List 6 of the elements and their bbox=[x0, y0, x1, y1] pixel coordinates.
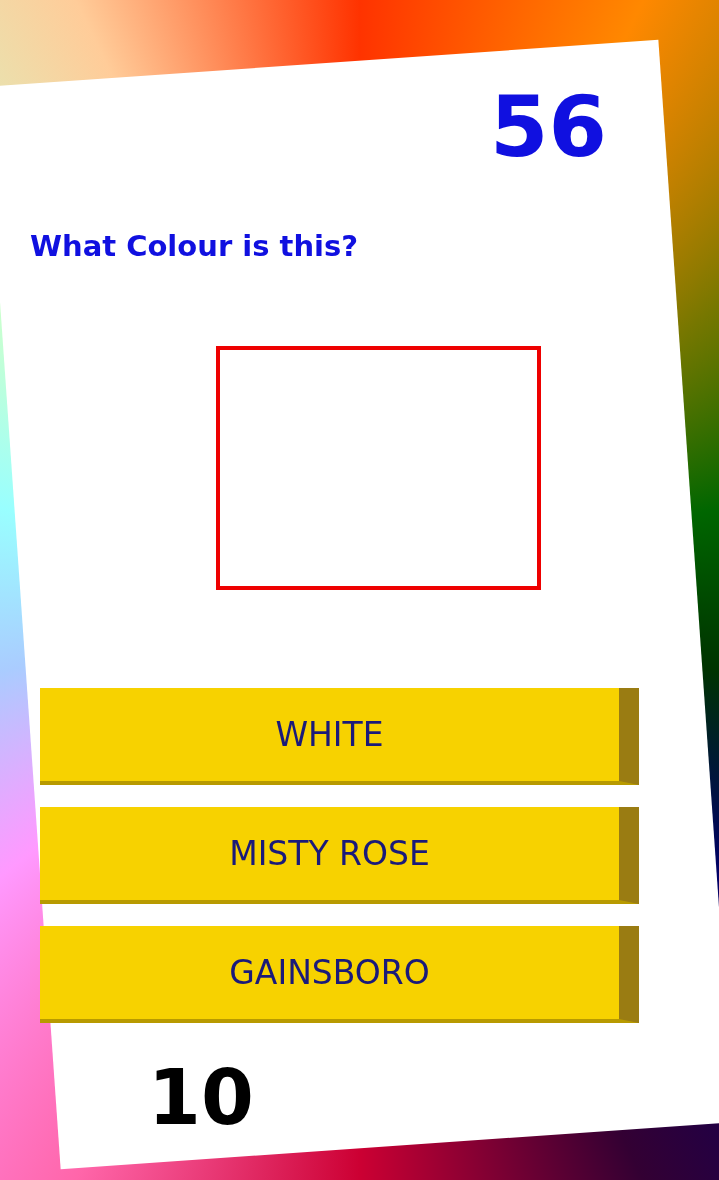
question-counter: 10 bbox=[148, 1053, 254, 1142]
question-text: What Colour is this? bbox=[30, 229, 359, 263]
answer-button[interactable]: MISTY ROSE bbox=[40, 807, 639, 904]
answer-button[interactable]: GAINSBORO bbox=[40, 926, 639, 1023]
answer-button[interactable]: WHITE bbox=[40, 688, 639, 785]
score: 56 bbox=[490, 77, 607, 178]
